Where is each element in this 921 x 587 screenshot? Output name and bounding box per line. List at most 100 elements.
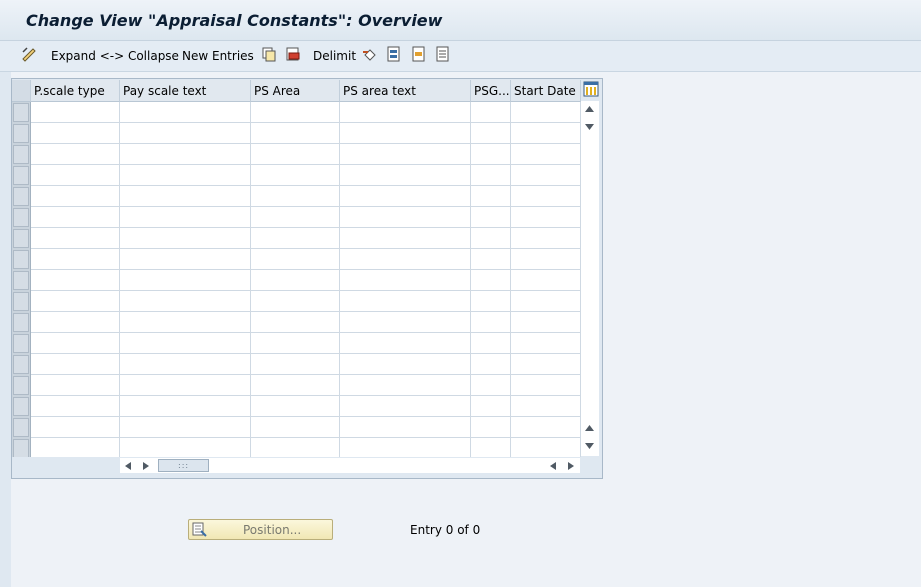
table-cell[interactable] [471,417,511,438]
table-cell[interactable] [511,249,581,270]
copy-as-icon[interactable] [261,46,277,62]
table-cell[interactable] [471,165,511,186]
table-cell[interactable] [340,228,471,249]
table-cell[interactable] [251,438,340,457]
table-cell[interactable] [120,123,251,144]
table-cell[interactable] [31,144,120,165]
row-selector[interactable] [13,250,29,269]
table-cell[interactable] [31,207,120,228]
select-all-rows-button[interactable] [12,80,31,102]
table-cell[interactable] [120,186,251,207]
table-cell[interactable] [120,375,251,396]
table-cell[interactable] [471,270,511,291]
table-cell[interactable] [31,396,120,417]
column-header-ps-area[interactable]: PS Area [251,80,340,102]
table-cell[interactable] [471,249,511,270]
table-cell[interactable] [251,291,340,312]
table-cell[interactable] [471,312,511,333]
table-cell[interactable] [471,123,511,144]
change-display-icon[interactable] [21,46,37,62]
undo-change-icon[interactable] [362,46,378,62]
table-cell[interactable] [340,123,471,144]
table-cell[interactable] [340,312,471,333]
table-cell[interactable] [340,186,471,207]
table-cell[interactable] [340,270,471,291]
row-selector[interactable] [13,145,29,164]
position-button[interactable]: Position... [188,519,333,540]
expand-collapse-button[interactable]: Expand <-> Collapse [51,47,179,65]
table-cell[interactable] [340,333,471,354]
table-cell[interactable] [511,165,581,186]
new-entries-button[interactable]: New Entries [182,47,254,65]
table-cell[interactable] [251,417,340,438]
row-selector[interactable] [13,418,29,437]
table-cell[interactable] [511,186,581,207]
table-cell[interactable] [471,102,511,123]
table-cell[interactable] [120,144,251,165]
table-cell[interactable] [340,354,471,375]
row-selector[interactable] [13,313,29,332]
table-cell[interactable] [120,249,251,270]
table-cell[interactable] [31,312,120,333]
select-block-icon[interactable] [411,46,427,62]
table-cell[interactable] [340,396,471,417]
table-cell[interactable] [251,396,340,417]
table-settings-icon[interactable] [583,81,599,97]
table-cell[interactable] [120,270,251,291]
table-cell[interactable] [471,333,511,354]
scroll-page-down-icon[interactable] [584,442,595,450]
column-header-start-date[interactable]: Start Date [511,80,581,102]
table-cell[interactable] [511,375,581,396]
table-cell[interactable] [340,207,471,228]
row-selector[interactable] [13,397,29,416]
table-cell[interactable] [31,438,120,457]
table-cell[interactable] [471,207,511,228]
vertical-scrollbar[interactable] [581,101,599,456]
delete-icon[interactable] [285,46,301,62]
table-cell[interactable] [471,354,511,375]
table-cell[interactable] [120,291,251,312]
table-cell[interactable] [340,291,471,312]
table-cell[interactable] [120,207,251,228]
table-cell[interactable] [120,228,251,249]
table-cell[interactable] [340,102,471,123]
table-cell[interactable] [471,228,511,249]
row-selector[interactable] [13,229,29,248]
column-header-pay-scale-text[interactable]: Pay scale text [120,80,251,102]
table-cell[interactable] [511,417,581,438]
row-selector[interactable] [13,376,29,395]
row-selector[interactable] [13,355,29,374]
horizontal-scroll-thumb[interactable]: ::: [158,459,209,472]
table-cell[interactable] [340,165,471,186]
table-cell[interactable] [340,438,471,457]
table-cell[interactable] [251,207,340,228]
table-cell[interactable] [471,375,511,396]
table-cell[interactable] [511,354,581,375]
row-selector[interactable] [13,166,29,185]
table-cell[interactable] [511,207,581,228]
table-cell[interactable] [120,417,251,438]
deselect-all-icon[interactable] [435,46,451,62]
table-cell[interactable] [31,165,120,186]
table-cell[interactable] [31,228,120,249]
scroll-line-up-icon[interactable] [584,424,595,432]
select-all-icon[interactable] [386,46,402,62]
scroll-line-down-icon[interactable] [584,123,595,131]
table-cell[interactable] [471,144,511,165]
table-cell[interactable] [340,144,471,165]
table-cell[interactable] [251,249,340,270]
table-cell[interactable] [120,354,251,375]
table-cell[interactable] [511,438,581,457]
table-cell[interactable] [31,333,120,354]
row-selector[interactable] [13,124,29,143]
table-cell[interactable] [251,102,340,123]
table-cell[interactable] [120,165,251,186]
table-cell[interactable] [120,102,251,123]
table-cell[interactable] [340,249,471,270]
delimit-button[interactable]: Delimit [313,47,356,65]
scroll-left-icon[interactable] [124,461,132,471]
table-cell[interactable] [511,396,581,417]
column-header-psg[interactable]: PSG... [471,80,511,102]
table-cell[interactable] [340,417,471,438]
scroll-right-end-left-icon[interactable] [549,461,557,471]
